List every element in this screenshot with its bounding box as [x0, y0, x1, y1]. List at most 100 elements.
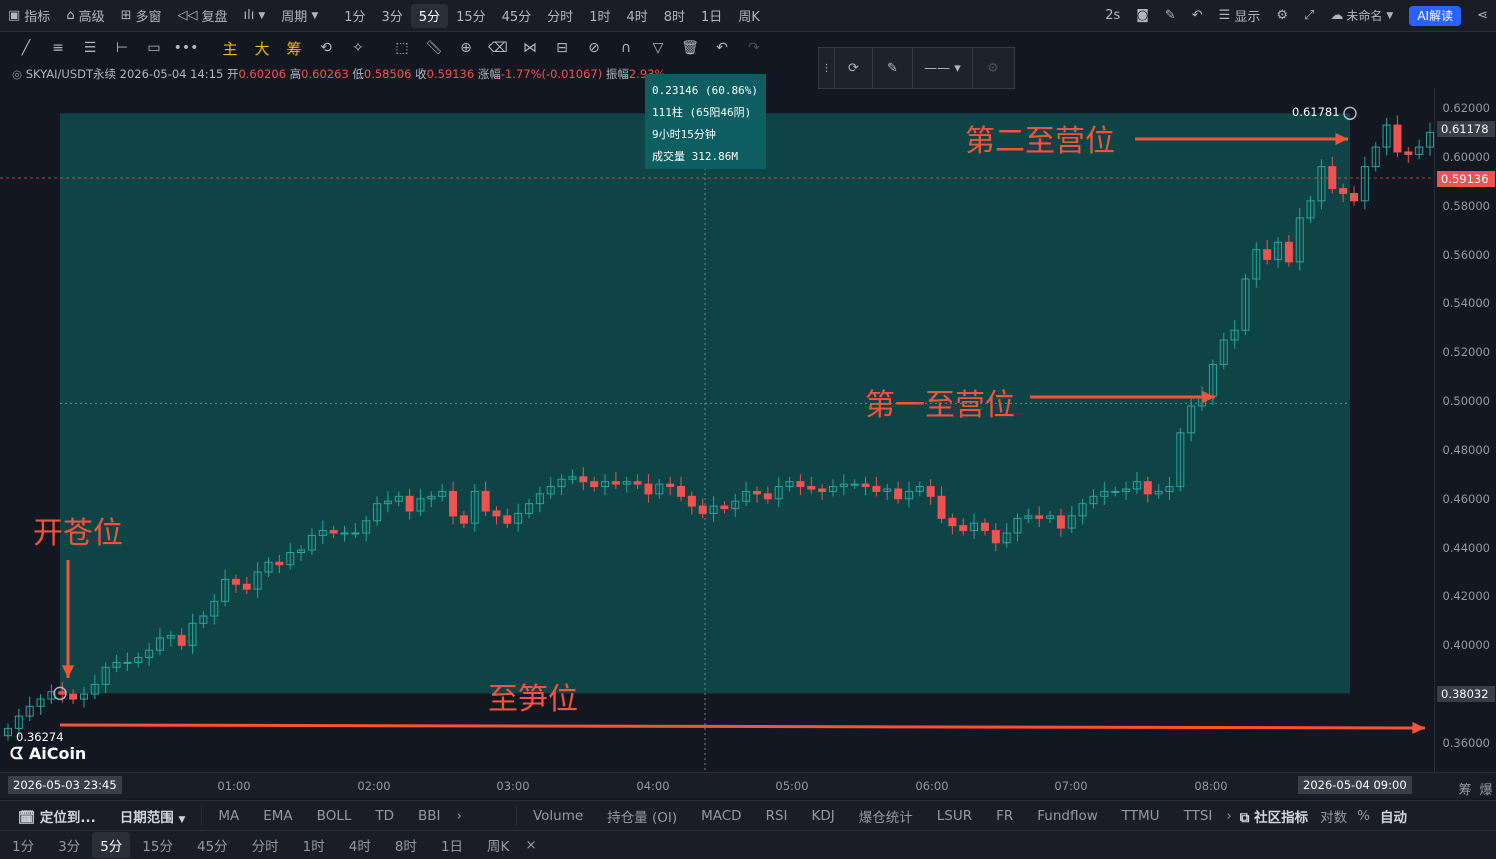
indicator-macd[interactable]: MACD [689, 808, 753, 824]
bottom-interval-1w[interactable]: 周K [475, 835, 521, 855]
eraser-icon[interactable]: ⌫ [482, 40, 514, 56]
horizontal-ray-icon[interactable]: ⊢ [106, 40, 138, 56]
indicators-button[interactable]: ▣ 指标 [0, 0, 58, 32]
indicator-bbi[interactable]: BBI [406, 808, 453, 824]
indicator-ema[interactable]: EMA [251, 808, 304, 824]
bottom-interval-1h[interactable]: 1时 [291, 835, 337, 855]
interval-1h[interactable]: 1时 [581, 0, 618, 32]
interval-8h[interactable]: 8时 [656, 0, 693, 32]
lock-icon[interactable]: ⊟ [546, 40, 578, 56]
indicator-td[interactable]: TD [363, 808, 406, 824]
interval-timeline[interactable]: 分时 [539, 0, 581, 32]
chart-type-button[interactable]: ılı ▼ [236, 0, 274, 32]
log-scale-toggle[interactable]: 对数 [1314, 806, 1353, 826]
drag-handle-icon[interactable]: ⋮ [819, 48, 835, 88]
period-button[interactable]: 周期 ▼ [273, 0, 326, 32]
date-range-button[interactable]: 日期范围 ▼ [108, 806, 198, 826]
indicator-ma[interactable]: MA [206, 808, 251, 824]
indicator-ttmu[interactable]: TTMU [1110, 808, 1172, 824]
price-chart[interactable] [0, 88, 1434, 772]
bottom-interval-1d[interactable]: 1日 [429, 835, 475, 855]
parallel-lines-icon[interactable]: ≡ [42, 40, 74, 56]
bottom-interval-45m[interactable]: 45分 [185, 835, 240, 855]
indicator-boll[interactable]: BOLL [305, 808, 364, 824]
ai-interpret-button[interactable]: AI解读 [1409, 5, 1462, 26]
replay-button[interactable]: ◁◁ 复盘 [170, 0, 236, 32]
indicator-oi[interactable]: 持仓量 (OI) [595, 806, 689, 826]
magic-icon[interactable]: ✧ [342, 40, 374, 56]
interval-45m[interactable]: 45分 [494, 0, 540, 32]
select-icon[interactable]: ⬚ [386, 40, 418, 56]
big-order-toggle[interactable]: 大 [246, 38, 278, 59]
sync-drawing-icon[interactable]: ⟳ [835, 48, 873, 88]
share-icon[interactable]: ⋖ [1469, 0, 1496, 32]
indicator-ttsi[interactable]: TTSI [1172, 808, 1225, 824]
interval-4h[interactable]: 4时 [618, 0, 655, 32]
interval-bar: 1分 3分 5分 15分 45分 分时 1时 4时 8时 1日 周K × [0, 830, 1496, 859]
bottom-interval-15m[interactable]: 15分 [130, 835, 185, 855]
chevron-right-icon[interactable]: › [453, 808, 466, 824]
undo-icon[interactable]: ↶ [706, 40, 738, 56]
interval-1d[interactable]: 1日 [693, 0, 730, 32]
hide-icon[interactable]: ⊘ [578, 40, 610, 56]
candle [959, 525, 968, 532]
trendline-icon[interactable]: ╱ [10, 40, 42, 56]
advanced-button[interactable]: ⌂ 高级 [58, 0, 112, 32]
indicator-lsur[interactable]: LSUR [925, 808, 984, 824]
sync-icon[interactable]: ⟲ [310, 40, 342, 56]
bottom-interval-timeline[interactable]: 分时 [240, 835, 291, 855]
magnet-icon[interactable]: ∩ [610, 40, 642, 56]
multi-window-button[interactable]: ⊞ 多窗 [113, 0, 170, 32]
indicator-liquidation[interactable]: 爆仓统计 [847, 806, 925, 826]
indicator-volume[interactable]: Volume [521, 808, 595, 824]
main-chart-toggle[interactable]: 主 [214, 38, 246, 59]
more-tools-icon[interactable]: ••• [170, 40, 202, 56]
rectangle-icon[interactable]: ▭ [138, 40, 170, 56]
time-axis[interactable]: 2026-05-03 23:45 01:00 02:00 03:00 04:00… [0, 772, 1496, 798]
close-icon[interactable]: × [521, 837, 540, 853]
pattern-icon[interactable]: ⋈ [514, 40, 546, 56]
zoom-icon[interactable]: ⊕ [450, 40, 482, 56]
layout-name-button[interactable]: ☁ 未命名 ▼ [1322, 0, 1401, 32]
bottom-interval-8h[interactable]: 8时 [383, 835, 429, 855]
auto-scale-toggle[interactable]: 自动 [1374, 806, 1413, 826]
interval-1m[interactable]: 1分 [336, 0, 373, 32]
interval-1w[interactable]: 周K [730, 0, 768, 32]
indicator-rsi[interactable]: RSI [754, 808, 800, 824]
indicator-kdj[interactable]: KDJ [800, 808, 847, 824]
pencil-icon[interactable]: ✎ [1157, 0, 1184, 32]
interval-5m[interactable]: 5分 [410, 3, 449, 28]
ruler-icon[interactable]: 📏︎ [418, 40, 450, 56]
chips-toggle[interactable]: 筹 [278, 38, 310, 59]
refresh-rate[interactable]: 2s [1097, 0, 1128, 32]
indicator-fr[interactable]: FR [984, 808, 1025, 824]
interval-3m[interactable]: 3分 [374, 0, 411, 32]
indicator-fundflow[interactable]: Fundflow [1025, 808, 1110, 824]
undo-icon[interactable]: ↶ [1184, 0, 1211, 32]
horizontal-lines-icon[interactable]: ☰ [74, 40, 106, 56]
price-axis[interactable]: 0.61178 0.59136 0.38032 0.62000 0.60000 0.… [1434, 88, 1496, 772]
settings-icon[interactable]: ⚙ [973, 48, 1013, 88]
bottom-interval-3m[interactable]: 3分 [46, 835, 92, 855]
filter-icon[interactable]: ▽ [642, 40, 674, 56]
line-style-select[interactable]: —— ▾ [913, 48, 973, 88]
percent-scale-toggle[interactable]: % [1353, 808, 1374, 824]
fullscreen-icon[interactable]: ⤢ [1296, 0, 1322, 32]
chips-icon[interactable]: 筹 [1458, 779, 1471, 798]
candlestick-chart[interactable] [0, 88, 1434, 772]
liquidation-icon[interactable]: 爆 [1479, 779, 1492, 798]
chevron-right-icon[interactable]: › [1224, 808, 1233, 824]
bottom-interval-4h[interactable]: 4时 [337, 835, 383, 855]
bottom-interval-5m[interactable]: 5分 [92, 832, 131, 858]
settings-icon[interactable]: ⚙ [1268, 0, 1296, 32]
pencil-icon[interactable]: ✎ [873, 48, 913, 88]
trash-icon[interactable]: 🗑︎ [674, 40, 706, 56]
community-indicators-button[interactable]: ⧉ 社区指标 [1234, 806, 1314, 826]
redo-icon[interactable]: ↷ [738, 40, 770, 56]
camera-icon[interactable]: ◙ [1128, 0, 1157, 32]
display-button[interactable]: ☰ 显示 [1211, 0, 1269, 32]
locate-button[interactable]: 🗓︎ 定位到... [0, 806, 108, 826]
bottom-interval-1m[interactable]: 1分 [0, 835, 46, 855]
interval-15m[interactable]: 15分 [448, 0, 494, 32]
price-label: 0.46000 [1442, 491, 1490, 506]
